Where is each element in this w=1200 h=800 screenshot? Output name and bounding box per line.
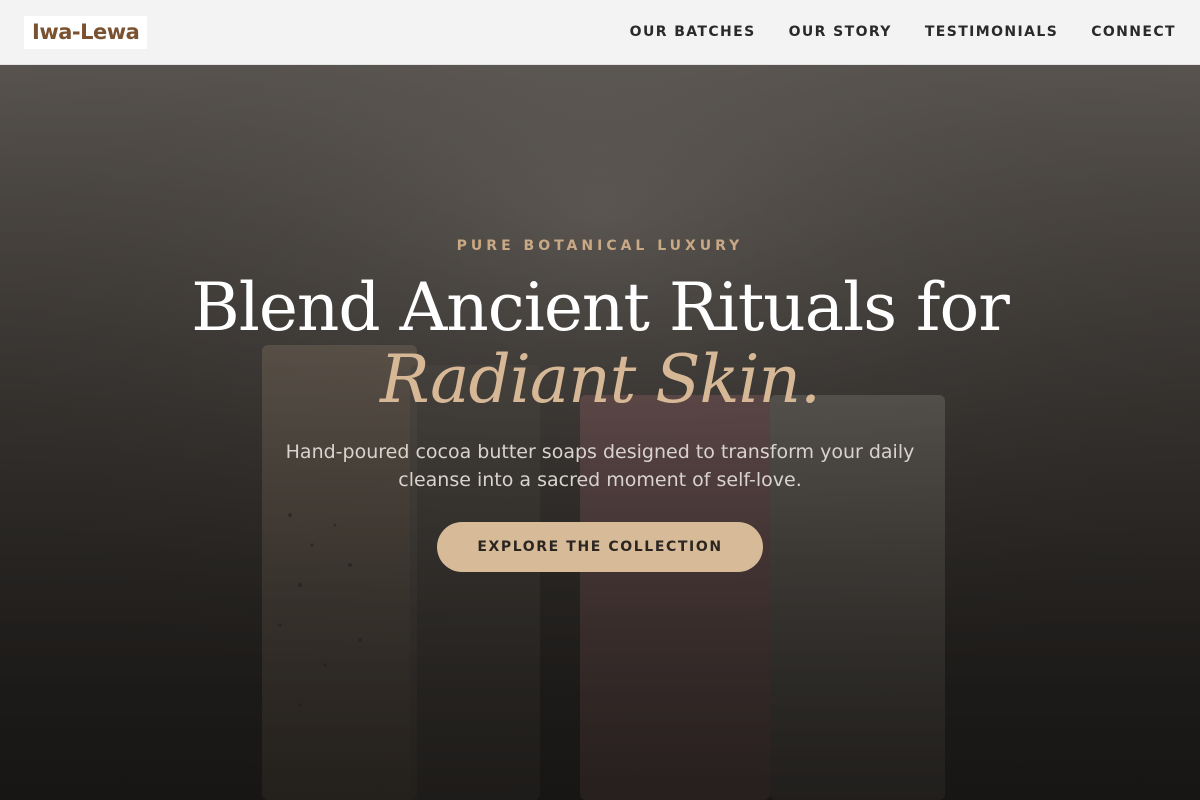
hero-section: PURE BOTANICAL LUXURY Blend Ancient Ritu…: [0, 65, 1200, 800]
brand-logo[interactable]: Iwa-Lewa: [24, 15, 148, 49]
hero-content: PURE BOTANICAL LUXURY Blend Ancient Ritu…: [0, 238, 1200, 572]
nav-link-connect[interactable]: CONNECT: [1091, 24, 1176, 40]
explore-collection-button[interactable]: EXPLORE THE COLLECTION: [437, 522, 763, 572]
nav-link-our-batches[interactable]: OUR BATCHES: [630, 24, 756, 40]
nav-links: OUR BATCHES OUR STORY TESTIMONIALS CONNE…: [597, 24, 1176, 40]
hero-headline-line1: Blend Ancient Rituals for: [191, 269, 1010, 346]
nav-link-testimonials[interactable]: TESTIMONIALS: [925, 24, 1058, 40]
nav-link-our-story[interactable]: OUR STORY: [789, 24, 892, 40]
navbar: Iwa-Lewa OUR BATCHES OUR STORY TESTIMONI…: [0, 0, 1200, 65]
hero-eyebrow: PURE BOTANICAL LUXURY: [456, 238, 744, 254]
hero-subtext: Hand-poured cocoa butter soaps designed …: [285, 441, 915, 491]
hero-headline: Blend Ancient Rituals for Radiant Skin.: [0, 272, 1200, 416]
hero-headline-accent: Radiant Skin.: [379, 341, 821, 418]
